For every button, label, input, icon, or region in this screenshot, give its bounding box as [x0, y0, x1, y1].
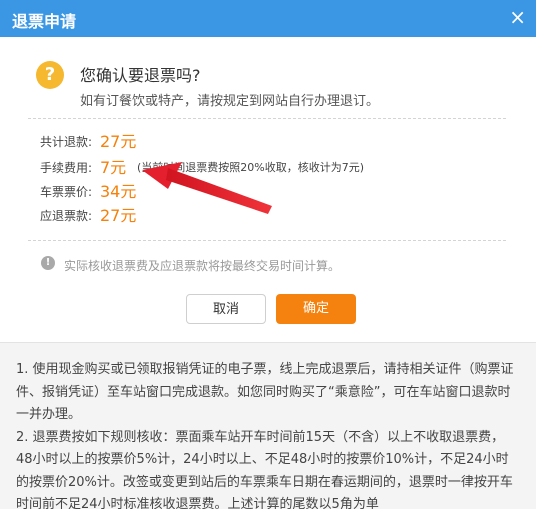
- service-fee-value: 7元: [100, 154, 126, 178]
- divider: [28, 118, 506, 119]
- divider: [28, 240, 506, 241]
- cancel-button[interactable]: 取消: [186, 294, 266, 324]
- ticket-price-value: 34元: [100, 178, 136, 202]
- refund-amount-label: 应退票款:: [40, 207, 92, 224]
- total-refund-label: 共计退款:: [40, 133, 92, 150]
- rules-panel: 1. 使用现金购买或已领取报销凭证的电子票，线上完成退票后，请持相关证件（购票证…: [0, 342, 536, 509]
- confirm-question: 您确认要退票吗?: [80, 62, 201, 86]
- dialog-titlebar: 退票申请 ×: [0, 0, 536, 37]
- close-icon[interactable]: ×: [509, 5, 526, 29]
- confirm-subtext: 如有订餐饮或特产，请按规定到网站自行办理退订。: [80, 90, 379, 109]
- rule-paragraph-1: 1. 使用现金购买或已领取报销凭证的电子票，线上完成退票后，请持相关证件（购票证…: [0, 359, 536, 427]
- service-fee-note: (当前时间退票费按照20%收取，核收计为7元): [137, 159, 364, 175]
- ticket-price-label: 车票票价:: [40, 183, 92, 200]
- question-icon: ?: [36, 61, 64, 89]
- dialog-title: 退票申请: [12, 8, 76, 32]
- total-refund-value: 27元: [100, 128, 136, 152]
- info-text: 实际核收退票费及应退票款将按最终交易时间计算。: [64, 257, 340, 274]
- refund-dialog: 退票申请 × ? 您确认要退票吗? 如有订餐饮或特产，请按规定到网站自行办理退订…: [0, 0, 536, 508]
- refund-amount-value: 27元: [100, 202, 136, 226]
- service-fee-label: 手续费用:: [40, 159, 92, 176]
- confirm-button[interactable]: 确定: [276, 294, 356, 324]
- info-icon: !: [41, 256, 55, 270]
- rule-paragraph-2: 2. 退票费按如下规则核收：票面乘车站开车时间前15天（不含）以上不收取退票费，…: [0, 427, 536, 509]
